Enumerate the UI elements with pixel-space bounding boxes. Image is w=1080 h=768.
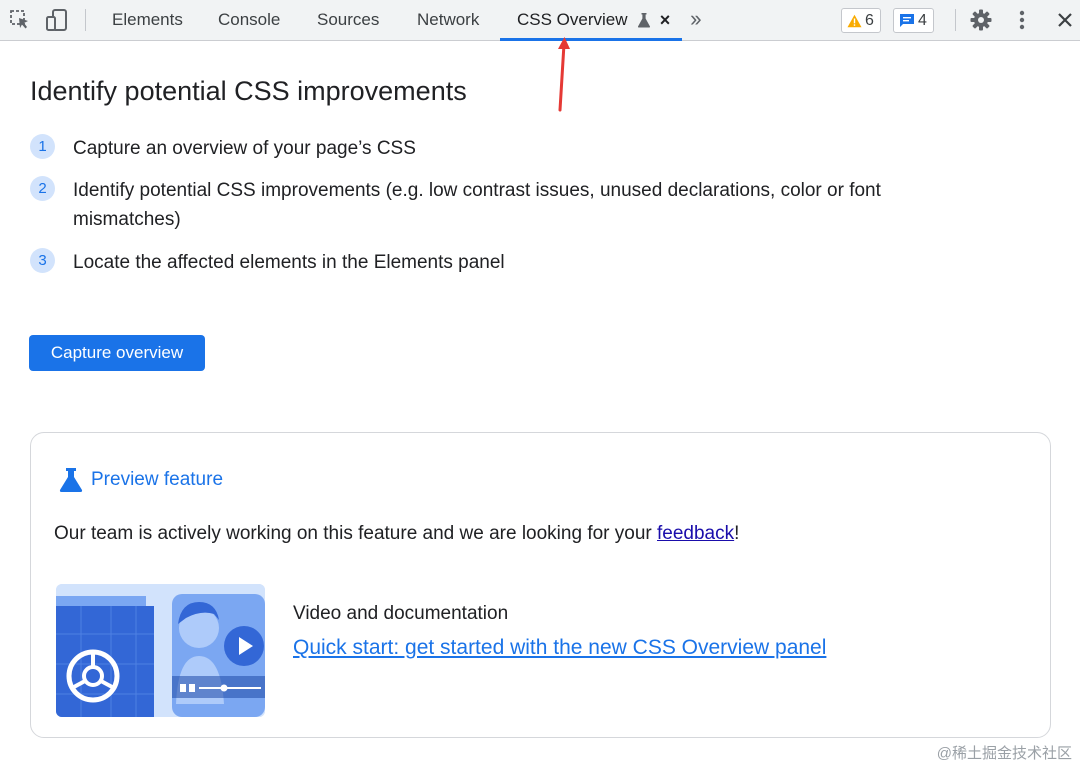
video-section-heading: Video and documentation [293,603,509,624]
active-tab-indicator [500,38,682,41]
tab-network[interactable]: Network [417,0,479,40]
feedback-link[interactable]: feedback [657,523,734,544]
annotation-arrow [558,37,570,112]
step-text: Identify potential CSS improvements (e.g… [73,180,881,230]
step-number: 3 [30,248,55,273]
tab-sources[interactable]: Sources [317,0,379,40]
preview-feature-label: Preview feature [91,469,224,490]
preview-feature-header: Preview feature [59,467,223,493]
watermark: @稀土掘金技术社区 [936,745,1072,762]
messages-counter[interactable]: 4 [893,8,934,33]
video-thumbnail[interactable] [56,584,265,717]
warning-icon [847,14,862,27]
devtools-toolbar: Elements Console Sources Network CSS Ove… [0,0,1080,41]
experiment-flask-icon [635,8,653,32]
message-icon [900,14,914,27]
experiment-flask-icon [59,468,83,492]
quick-start-link[interactable]: Quick start: get started with the new CS… [293,636,826,660]
messages-count: 4 [918,11,927,29]
gear-icon[interactable] [969,8,993,32]
tab-console[interactable]: Console [218,0,280,40]
close-icon[interactable] [1053,8,1077,32]
step-text: Locate the affected elements in the Elem… [73,252,505,273]
feedback-message: Our team is actively working on this fea… [54,523,739,545]
inspect-element-icon[interactable] [8,8,32,32]
device-toolbar-icon[interactable] [45,8,69,32]
kebab-menu-icon[interactable] [1010,8,1034,32]
feedback-text: Our team is actively working on this fea… [54,523,658,544]
step-text: Capture an overview of your page’s CSS [73,138,416,159]
more-tabs-icon[interactable]: ›› [690,6,702,32]
preview-feature-card: Preview feature Our team is actively wor… [30,432,1051,738]
close-tab-icon[interactable]: × [655,10,675,30]
step-number: 1 [30,134,55,159]
toolbar-divider [955,9,956,31]
tab-elements[interactable]: Elements [112,0,183,40]
warnings-count: 6 [865,11,874,29]
toolbar-divider [85,9,86,31]
capture-overview-button[interactable]: Capture overview [29,335,205,371]
page-title: Identify potential CSS improvements [30,76,467,106]
step-number: 2 [30,176,55,201]
feedback-text-end: ! [734,523,740,544]
warnings-counter[interactable]: 6 [841,8,881,33]
